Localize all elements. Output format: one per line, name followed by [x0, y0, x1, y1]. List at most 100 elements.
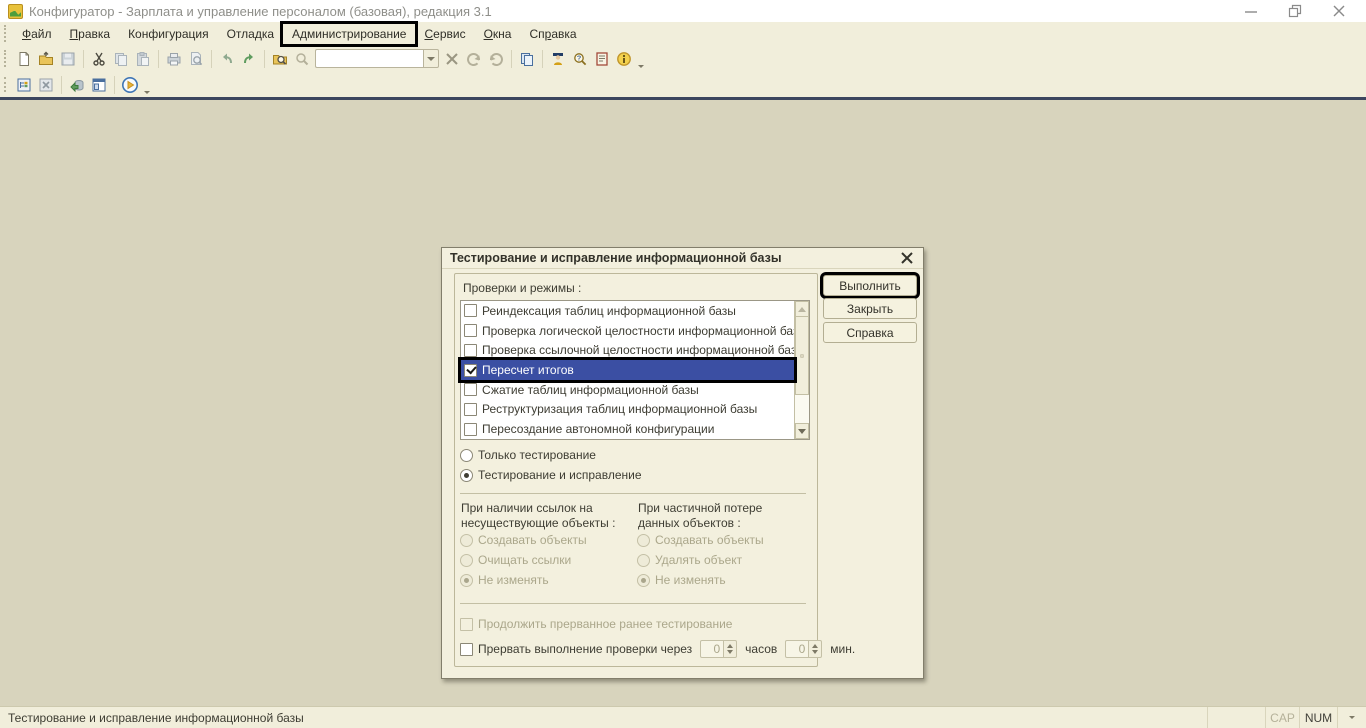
- start-debugging-icon[interactable]: [119, 74, 141, 96]
- copy-icon[interactable]: [110, 48, 132, 70]
- debug-dropdown-icon[interactable]: [141, 76, 153, 94]
- clear-search-icon[interactable]: [441, 48, 463, 70]
- paste-icon[interactable]: [132, 48, 154, 70]
- loss-delete-object[interactable]: Удалять объект: [637, 553, 742, 567]
- loss-create-objects[interactable]: Создавать объекты: [637, 533, 764, 547]
- list-item[interactable]: Реструктуризация таблиц информационной б…: [461, 400, 794, 420]
- close-icon[interactable]: [1332, 4, 1346, 18]
- status-text: Тестирование и исправление информационно…: [0, 707, 1208, 728]
- help-button[interactable]: Справка: [823, 322, 917, 343]
- menu-help[interactable]: Справка: [520, 24, 585, 44]
- search-input[interactable]: [315, 49, 423, 68]
- configuration-window-icon[interactable]: [13, 74, 35, 96]
- redo-icon[interactable]: [238, 48, 260, 70]
- menu-edit[interactable]: Правка: [61, 24, 120, 44]
- context-help-icon[interactable]: ?: [569, 48, 591, 70]
- minutes-spin-icons[interactable]: [809, 640, 822, 658]
- search-combobox: [315, 49, 439, 68]
- menu-file[interactable]: Файл: [13, 24, 61, 44]
- dialog-close-icon[interactable]: [899, 250, 915, 266]
- hours-spin-icons[interactable]: [724, 640, 737, 658]
- checkbox-icon[interactable]: [464, 403, 477, 416]
- checkbox-icon[interactable]: [464, 304, 477, 317]
- scrollbar-track[interactable]: [795, 395, 809, 423]
- info-icon[interactable]: [613, 48, 635, 70]
- new-document-icon[interactable]: [13, 48, 35, 70]
- test-repair-dialog: Тестирование и исправление информационно…: [441, 247, 924, 679]
- menu-bar: Файл Правка Конфигурация Отладка Админис…: [0, 22, 1366, 45]
- list-item[interactable]: Проверка ссылочной целостности информаци…: [461, 340, 794, 360]
- menu-service[interactable]: Сервис: [415, 24, 474, 44]
- checkbox-icon[interactable]: [464, 423, 477, 436]
- syntax-check-icon[interactable]: [547, 48, 569, 70]
- minimize-icon[interactable]: [1244, 4, 1258, 18]
- close-configuration-icon[interactable]: [35, 74, 57, 96]
- list-item[interactable]: Пересоздание автономной конфигурации: [461, 419, 794, 439]
- minutes-stepper[interactable]: 0: [785, 640, 822, 658]
- listbox-scrollbar[interactable]: [794, 301, 809, 439]
- checks-groupbox: Проверки и режимы : Реиндексация таблиц …: [454, 273, 818, 667]
- templates-document-icon[interactable]: [591, 48, 613, 70]
- interrupt-checkbox-icon[interactable]: [460, 643, 473, 656]
- list-item[interactable]: Сжатие таблиц информационной базы: [461, 380, 794, 400]
- hours-stepper[interactable]: 0: [700, 640, 737, 658]
- go-back-icon[interactable]: [463, 48, 485, 70]
- hours-value[interactable]: 0: [700, 640, 724, 658]
- print-preview-icon[interactable]: [185, 48, 207, 70]
- checks-listbox: Реиндексация таблиц информационной базы …: [460, 300, 810, 440]
- ref-clear-links[interactable]: Очищать ссылки: [460, 553, 571, 567]
- toolbar1-grip[interactable]: [4, 50, 11, 67]
- mode-test-and-repair[interactable]: Тестирование и исправление: [460, 468, 642, 482]
- open-icon[interactable]: [35, 48, 57, 70]
- loss-no-change[interactable]: Не изменять: [637, 573, 726, 587]
- radio-disabled-icon: [460, 554, 473, 567]
- update-database-config-icon[interactable]: [66, 74, 88, 96]
- search-dropdown-icon[interactable]: [423, 49, 439, 68]
- radio-selected-icon[interactable]: [460, 469, 473, 482]
- ref-create-objects[interactable]: Создавать объекты: [460, 533, 587, 547]
- undo-icon[interactable]: [216, 48, 238, 70]
- checkbox-icon[interactable]: [464, 383, 477, 396]
- print-icon[interactable]: [163, 48, 185, 70]
- save-icon[interactable]: [57, 48, 79, 70]
- restore-icon[interactable]: [1288, 4, 1302, 18]
- menubar-grip[interactable]: [4, 25, 11, 42]
- scroll-up-icon[interactable]: [795, 301, 809, 317]
- find-icon[interactable]: [269, 48, 291, 70]
- close-button[interactable]: Закрыть: [823, 298, 917, 319]
- menu-administration[interactable]: Администрирование: [283, 24, 415, 44]
- radio-disabled-icon: [637, 534, 650, 547]
- interrupt-check-row: Прервать выполнение проверки через 0 час…: [460, 640, 855, 658]
- execute-button[interactable]: Выполнить: [823, 275, 917, 296]
- status-bar: Тестирование и исправление информационно…: [0, 706, 1366, 728]
- minutes-value[interactable]: 0: [785, 640, 809, 658]
- toolbar2-grip[interactable]: [4, 77, 11, 92]
- separator: [460, 493, 806, 494]
- status-dropdown-icon[interactable]: [1338, 707, 1366, 728]
- checkbox-icon[interactable]: [464, 324, 477, 337]
- status-numlock: NUM: [1300, 707, 1338, 728]
- copy-pages-icon[interactable]: [516, 48, 538, 70]
- zoom-icon[interactable]: [291, 48, 313, 70]
- loss-group-title: При частичной потере данных объектов :: [638, 501, 762, 531]
- cut-icon[interactable]: [88, 48, 110, 70]
- radio-icon[interactable]: [460, 449, 473, 462]
- go-forward-icon[interactable]: [485, 48, 507, 70]
- menu-configuration[interactable]: Конфигурация: [119, 24, 218, 44]
- list-item[interactable]: Реиндексация таблиц информационной базы: [461, 301, 794, 321]
- open-config-window-icon[interactable]: [88, 74, 110, 96]
- dialog-titlebar[interactable]: Тестирование и исправление информационно…: [442, 248, 923, 269]
- list-item-selected[interactable]: Пересчет итогов: [461, 360, 794, 380]
- scroll-down-icon[interactable]: [795, 423, 809, 439]
- toolbar-more-icon[interactable]: [635, 50, 647, 68]
- ref-no-change[interactable]: Не изменять: [460, 573, 549, 587]
- menu-debug[interactable]: Отладка: [218, 24, 283, 44]
- configurator-window: Конфигуратор - Зарплата и управление пер…: [0, 0, 1366, 728]
- menu-windows[interactable]: Окна: [475, 24, 521, 44]
- scrollbar-thumb[interactable]: [795, 317, 809, 395]
- mode-test-only[interactable]: Только тестирование: [460, 448, 596, 462]
- checks-label: Проверки и режимы :: [463, 281, 581, 295]
- checkbox-icon[interactable]: [464, 344, 477, 357]
- list-item[interactable]: Проверка логической целостности информац…: [461, 321, 794, 341]
- checkbox-checked-icon[interactable]: [464, 364, 477, 377]
